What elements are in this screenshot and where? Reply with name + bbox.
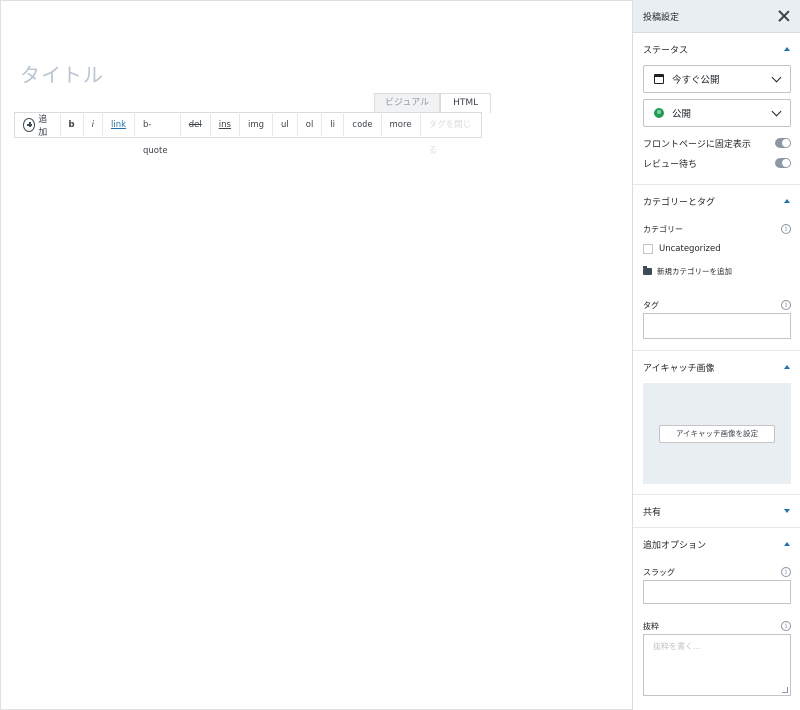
chevron-down-icon	[771, 72, 782, 82]
info-icon[interactable]: i	[781, 567, 791, 577]
category-field-label: カテゴリー i	[633, 222, 800, 236]
excerpt-label: 抜粋	[643, 621, 659, 631]
toolbar-button-blockquote[interactable]: b-quote	[135, 112, 181, 156]
info-icon[interactable]: i	[781, 224, 791, 234]
excerpt-textarea[interactable]: 抜粋を書く…	[643, 634, 791, 696]
plus-circle-icon	[23, 118, 36, 132]
globe-icon	[654, 108, 664, 118]
featured-section-header[interactable]: アイキャッチ画像	[633, 351, 800, 383]
status-heading: ステータス	[643, 45, 689, 56]
html-toolbar: 追加 b i link b-quote del ins img ul ol li…	[14, 112, 482, 156]
tags-field-label: タグ i	[633, 298, 800, 312]
slug-field-label: スラッグ i	[633, 565, 800, 579]
toolbar-button-close-tags[interactable]: タグを閉じる	[421, 112, 481, 156]
pending-toggle[interactable]	[775, 158, 791, 168]
caret-up-icon	[784, 542, 790, 546]
toolbar-button-more[interactable]: more	[382, 112, 421, 138]
toolbar-button-li[interactable]: li	[322, 112, 345, 138]
add-media-label: 追加	[38, 115, 48, 138]
toolbar-button-img[interactable]: img	[240, 112, 273, 138]
slug-input[interactable]	[643, 580, 791, 604]
more-options-section-header[interactable]: 追加オプション	[633, 528, 800, 560]
publish-schedule-select[interactable]: 今すぐ公開	[643, 65, 791, 93]
sharing-section: 共有	[633, 495, 800, 528]
status-section: ステータス 今すぐ公開 公開 フロントページに固定表示 レビュー待ち	[633, 33, 800, 185]
close-icon[interactable]	[778, 10, 790, 22]
calendar-icon	[654, 74, 664, 84]
pending-label: レビュー待ち	[643, 159, 698, 170]
status-section-header[interactable]: ステータス	[633, 33, 800, 65]
visibility-label: 公開	[672, 109, 692, 120]
toolbar-button-code[interactable]: code	[344, 112, 382, 138]
categories-section-header[interactable]: カテゴリーとタグ	[633, 185, 800, 217]
toolbar-button-link[interactable]: link	[103, 112, 136, 138]
categories-heading: カテゴリーとタグ	[643, 197, 716, 208]
pending-toggle-row: レビュー待ち	[633, 153, 800, 173]
sticky-label: フロントページに固定表示	[643, 139, 751, 150]
sharing-section-header[interactable]: 共有	[633, 495, 800, 527]
featured-image-dropzone[interactable]: アイキャッチ画像を設定	[643, 383, 791, 484]
featured-heading: アイキャッチ画像	[643, 363, 715, 374]
caret-up-icon	[784, 47, 790, 51]
more-options-section: 追加オプション スラッグ i 抜粋 i 抜粋を書く…	[633, 528, 800, 696]
sticky-toggle[interactable]	[775, 138, 791, 148]
post-settings-sidebar: 投稿設定 ステータス 今すぐ公開 公開 フロントページに固定表示 レビュー待ち …	[632, 0, 800, 710]
category-item[interactable]: Uncategorized	[633, 239, 800, 259]
toolbar-button-ul[interactable]: ul	[273, 112, 298, 138]
featured-image-section: アイキャッチ画像 アイキャッチ画像を設定	[633, 351, 800, 495]
info-icon[interactable]: i	[781, 300, 791, 310]
sharing-heading: 共有	[643, 507, 662, 518]
tab-visual[interactable]: ビジュアル	[374, 93, 441, 113]
sidebar-title: 投稿設定	[643, 12, 680, 23]
sticky-toggle-row: フロントページに固定表示	[633, 133, 800, 153]
chevron-down-icon	[771, 106, 782, 116]
add-category-link[interactable]: 新規カテゴリーを追加	[633, 261, 800, 281]
toolbar-button-ol[interactable]: ol	[298, 112, 323, 138]
set-featured-image-button[interactable]: アイキャッチ画像を設定	[659, 424, 775, 443]
folder-icon	[643, 265, 652, 275]
title-input[interactable]: タイトル	[20, 59, 104, 88]
add-category-label: 新規カテゴリーを追加	[657, 266, 732, 276]
tags-input[interactable]	[643, 313, 791, 339]
tags-label: タグ	[643, 300, 659, 310]
add-media-button[interactable]: 追加	[15, 112, 61, 138]
editor-mode-tabs: ビジュアル HTML	[374, 93, 492, 113]
category-label: カテゴリー	[643, 224, 683, 234]
caret-down-icon	[784, 509, 790, 513]
caret-up-icon	[784, 199, 790, 203]
category-item-label: Uncategorized	[659, 244, 721, 254]
visibility-select[interactable]: 公開	[643, 99, 791, 127]
publish-schedule-label: 今すぐ公開	[672, 75, 720, 86]
info-icon[interactable]: i	[781, 621, 791, 631]
more-options-heading: 追加オプション	[643, 540, 707, 551]
excerpt-field-label: 抜粋 i	[633, 619, 800, 633]
toolbar-button-del[interactable]: del	[181, 112, 211, 138]
category-checkbox[interactable]	[643, 244, 653, 254]
categories-tags-section: カテゴリーとタグ カテゴリー i Uncategorized 新規カテゴリーを追…	[633, 185, 800, 351]
toolbar-button-bold[interactable]: b	[61, 112, 84, 138]
toolbar-button-italic[interactable]: i	[84, 112, 103, 138]
tab-html[interactable]: HTML	[440, 93, 492, 113]
sidebar-header: 投稿設定	[633, 0, 800, 33]
slug-label: スラッグ	[643, 567, 675, 577]
toolbar-button-ins[interactable]: ins	[211, 112, 240, 138]
editor-area: タイトル ビジュアル HTML 追加 b i link b-quote del …	[0, 0, 632, 710]
caret-up-icon	[784, 365, 790, 369]
